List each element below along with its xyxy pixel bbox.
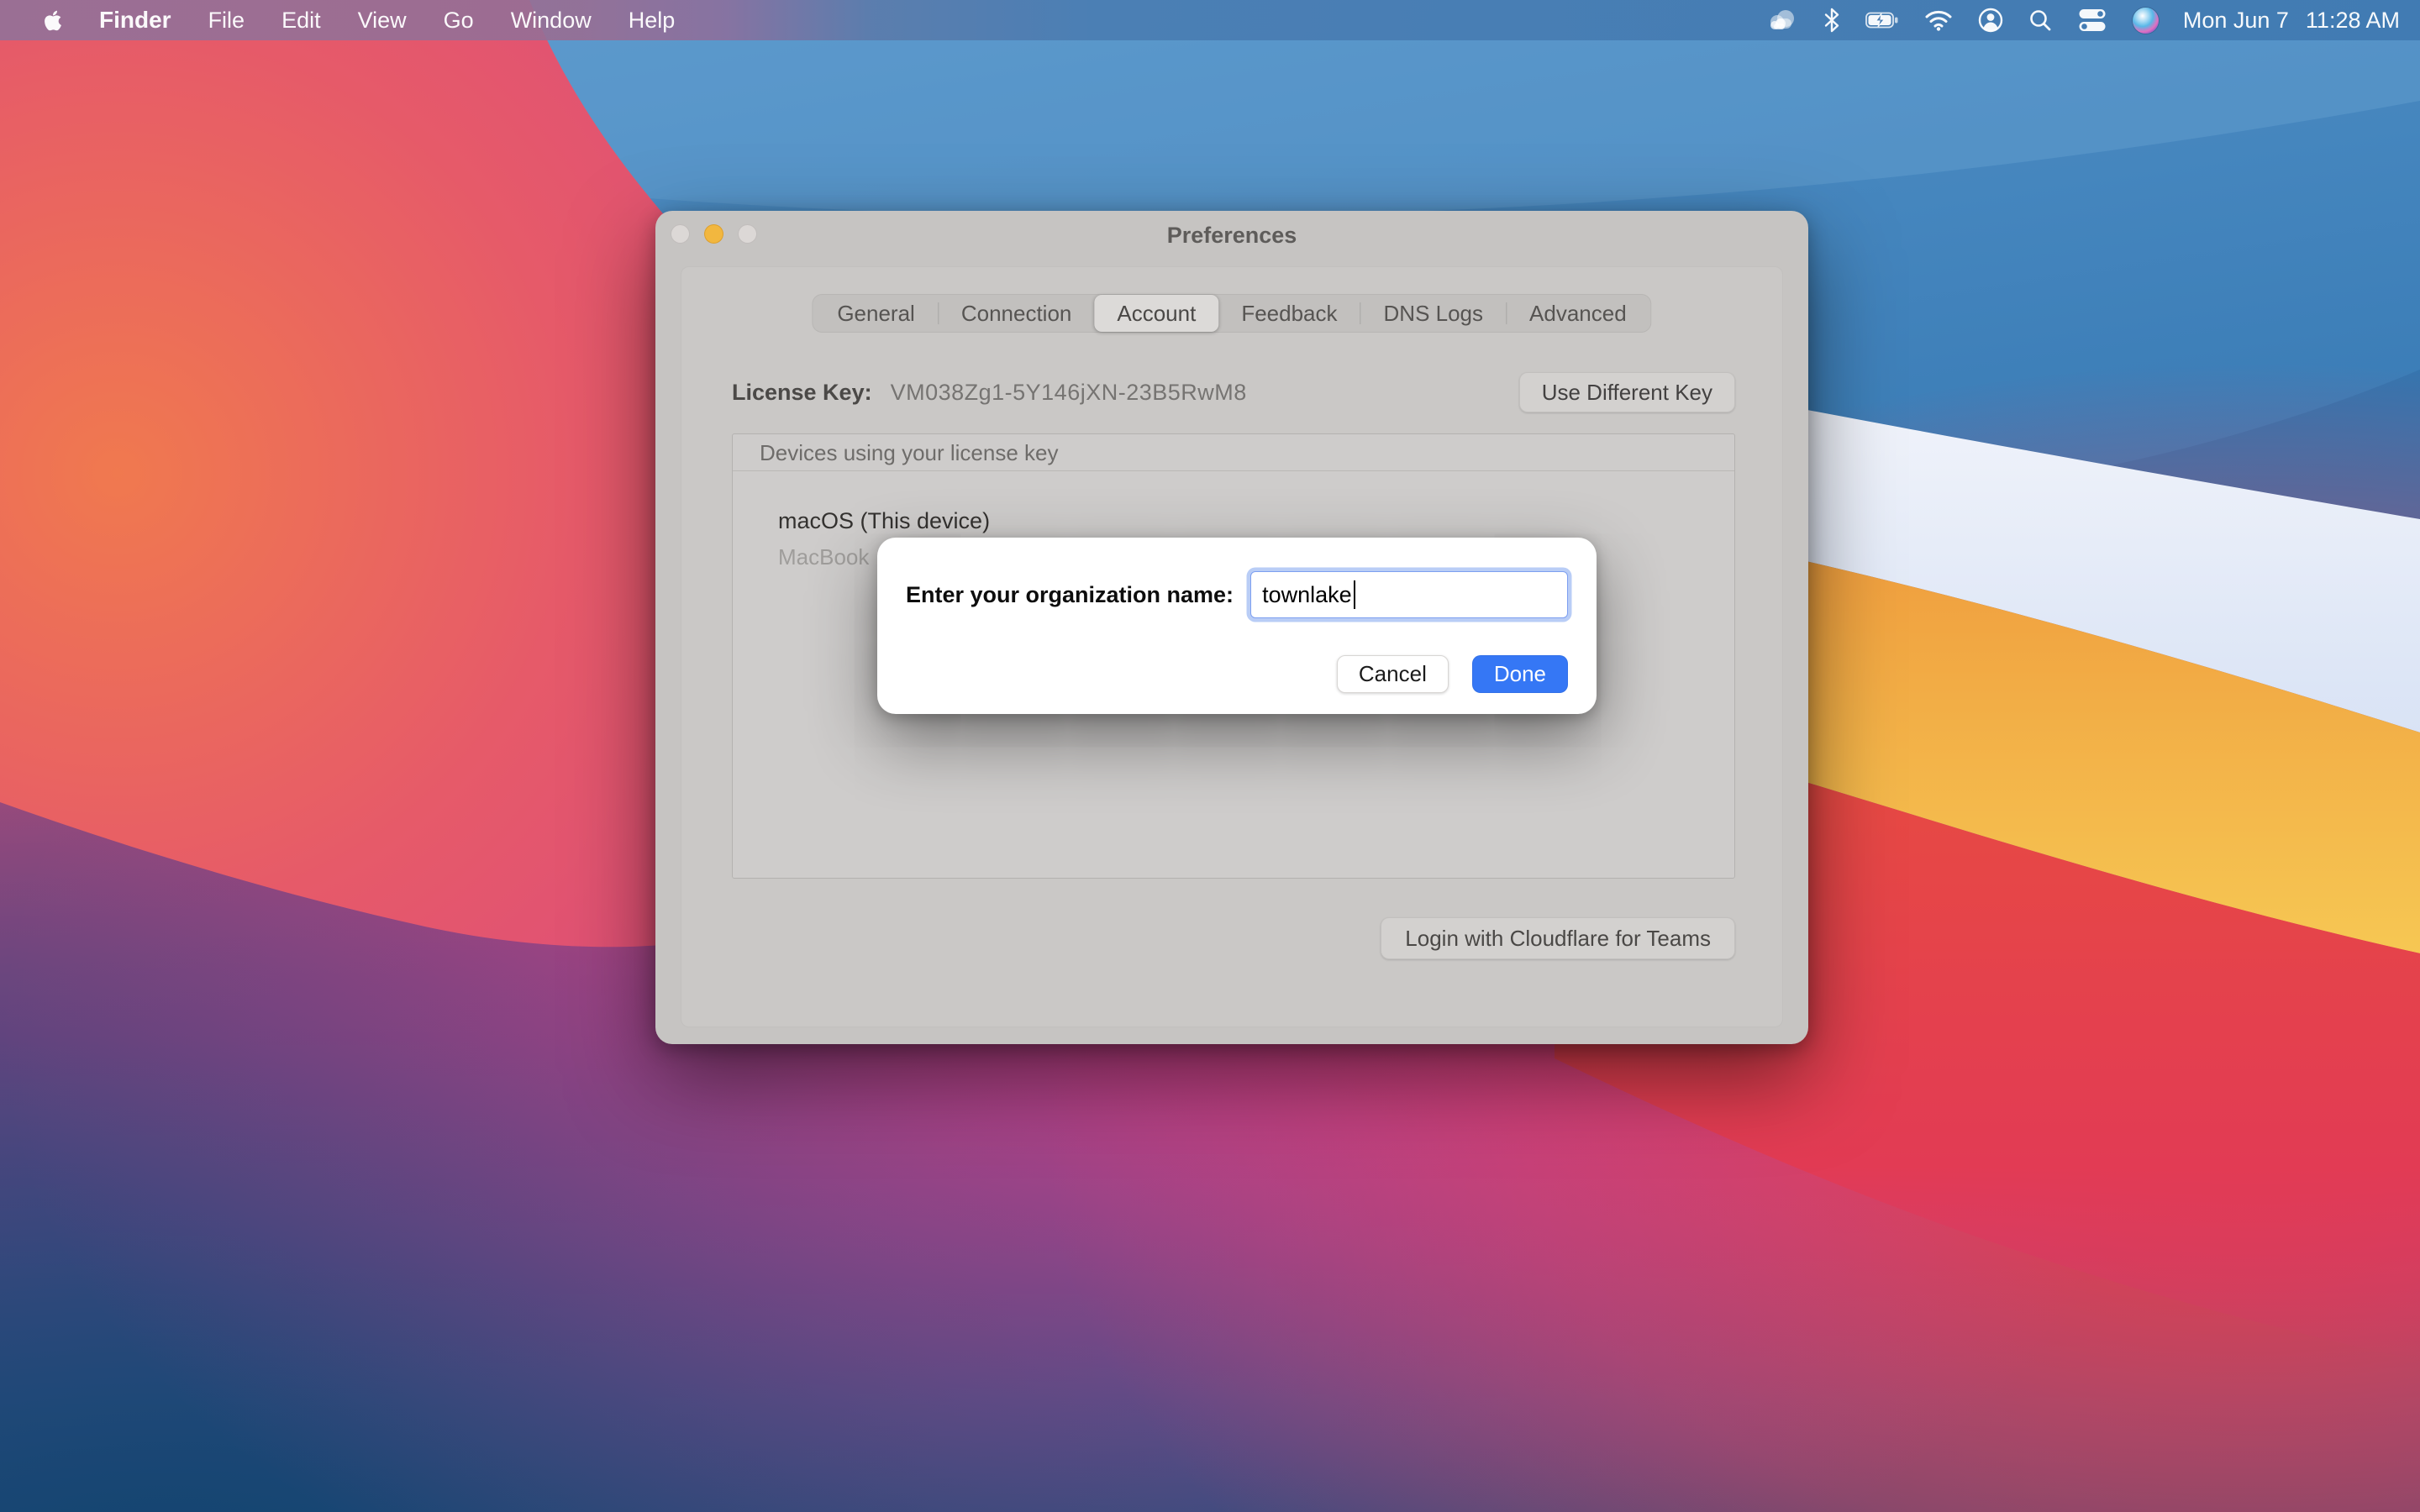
login-with-teams-button[interactable]: Login with Cloudflare for Teams — [1381, 917, 1735, 959]
menu-view[interactable]: View — [339, 0, 425, 40]
organization-name-input[interactable]: townlake — [1250, 571, 1568, 618]
window-title: Preferences — [655, 211, 1808, 258]
control-center-icon[interactable] — [2065, 0, 2120, 40]
tab-advanced[interactable]: Advanced — [1507, 297, 1649, 330]
device-name: macOS (This device) — [778, 508, 990, 534]
title-bar[interactable]: Preferences — [655, 211, 1808, 258]
wifi-icon[interactable] — [1912, 0, 1965, 40]
menu-window[interactable]: Window — [492, 0, 610, 40]
cloudflare-icon[interactable] — [1754, 0, 1811, 40]
organization-dialog: Enter your organization name: townlake C… — [877, 538, 1597, 714]
menu-bar-status: Mon Jun 7 11:28 AM — [1754, 0, 2420, 40]
user-account-icon[interactable] — [1965, 0, 2016, 40]
menu-go[interactable]: Go — [425, 0, 492, 40]
menu-bar-left: Finder File Edit View Go Window Help — [0, 0, 693, 40]
organization-name-label: Enter your organization name: — [906, 582, 1234, 608]
dialog-buttons: Cancel Done — [1337, 655, 1568, 693]
menu-help[interactable]: Help — [610, 0, 694, 40]
bluetooth-icon[interactable] — [1811, 0, 1853, 40]
menu-bar-clock[interactable]: Mon Jun 7 11:28 AM — [2171, 8, 2400, 34]
license-key-label: License Key: — [732, 380, 872, 406]
dialog-input-row: Enter your organization name: townlake — [906, 570, 1568, 620]
license-row: License Key: VM038Zg1-5Y146jXN-23B5RwM8 … — [732, 370, 1735, 415]
tab-dns-logs[interactable]: DNS Logs — [1361, 297, 1507, 330]
battery-icon[interactable] — [1853, 0, 1912, 40]
menu-bar: Finder File Edit View Go Window Help — [0, 0, 2420, 40]
tab-feedback[interactable]: Feedback — [1218, 297, 1360, 330]
tab-bar: General Connection Account Feedback DNS … — [812, 294, 1651, 333]
siri-icon[interactable] — [2120, 0, 2171, 40]
license-key-value: VM038Zg1-5Y146jXN-23B5RwM8 — [891, 380, 1247, 406]
menu-bar-time: 11:28 AM — [2306, 8, 2400, 34]
apple-menu[interactable] — [25, 0, 81, 40]
menu-edit[interactable]: Edit — [263, 0, 339, 40]
text-cursor — [1354, 580, 1355, 609]
tab-connection[interactable]: Connection — [939, 297, 1095, 330]
tab-general[interactable]: General — [814, 297, 938, 330]
done-button[interactable]: Done — [1472, 655, 1568, 693]
desktop: { "menu_bar": { "app_name": "Finder", "m… — [0, 0, 2420, 1512]
devices-table-header: Devices using your license key — [733, 434, 1734, 471]
organization-name-value: townlake — [1262, 582, 1352, 608]
menu-app-name[interactable]: Finder — [81, 0, 190, 40]
apple-icon — [44, 9, 62, 32]
menu-bar-date: Mon Jun 7 — [2183, 8, 2289, 34]
spotlight-search-icon[interactable] — [2016, 0, 2065, 40]
tab-account[interactable]: Account — [1094, 295, 1218, 332]
use-different-key-button[interactable]: Use Different Key — [1519, 372, 1735, 412]
menu-file[interactable]: File — [190, 0, 264, 40]
cancel-button[interactable]: Cancel — [1337, 655, 1449, 693]
